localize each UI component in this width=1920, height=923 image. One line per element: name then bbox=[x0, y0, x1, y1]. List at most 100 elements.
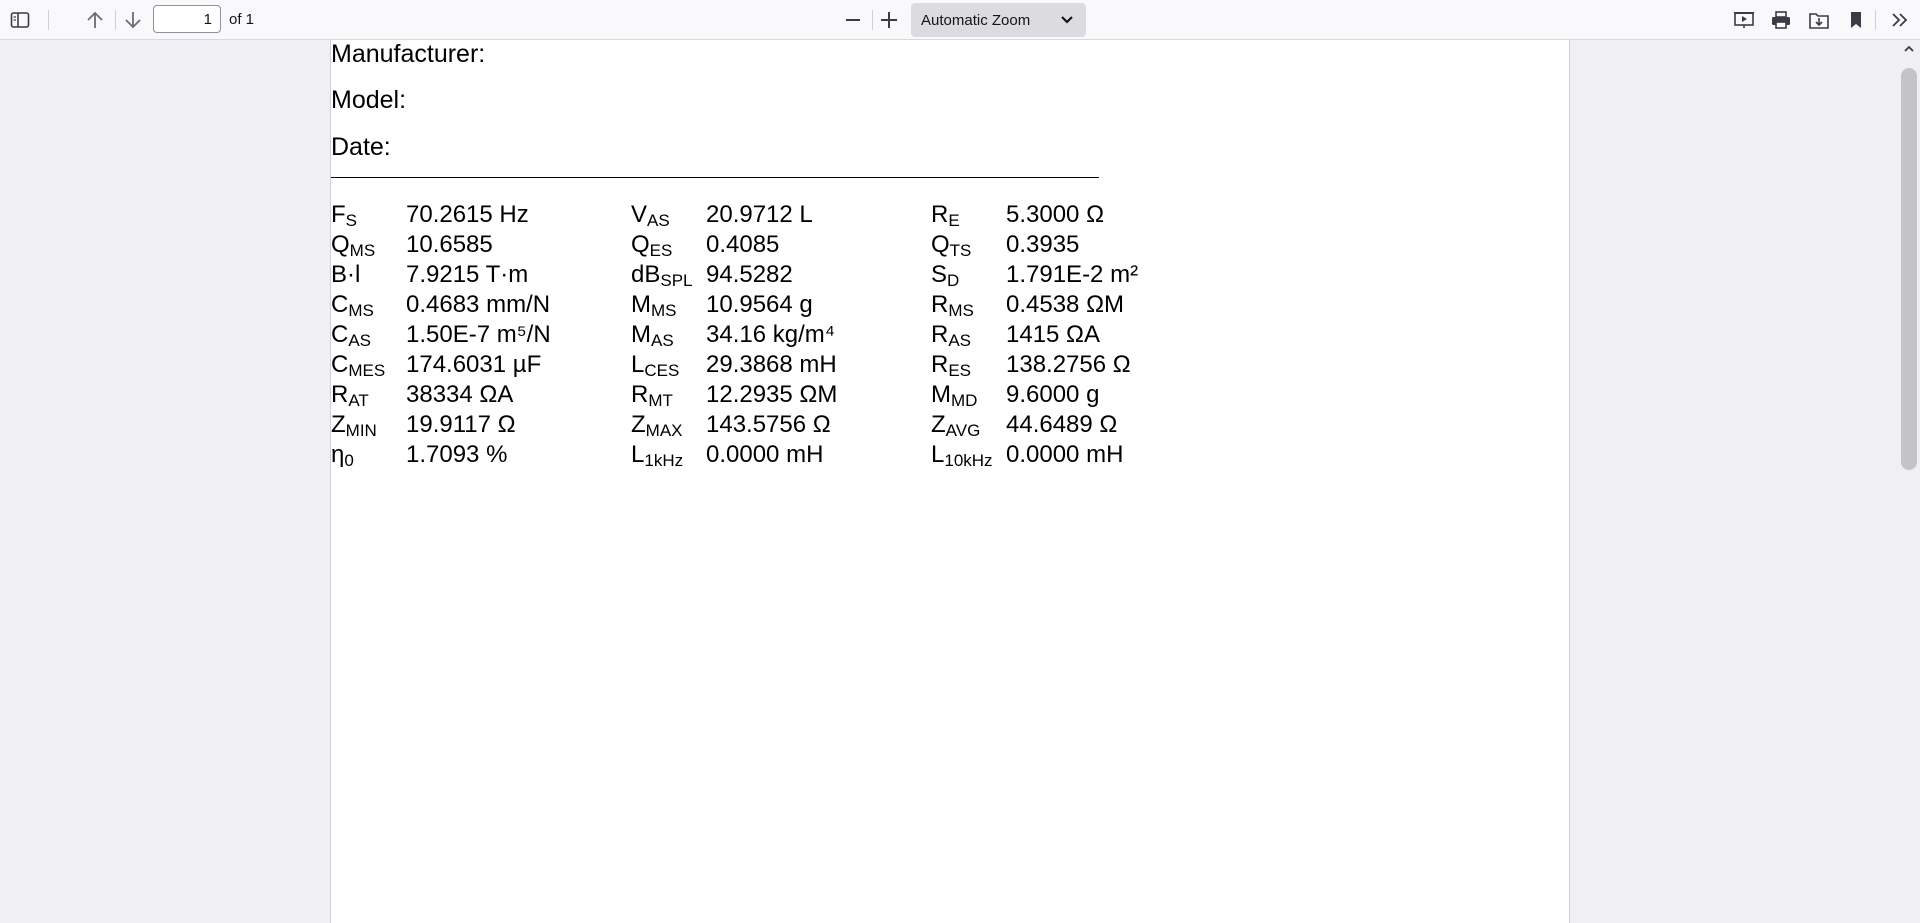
parameter-value: 5.3000 Ω bbox=[1006, 201, 1105, 228]
parameter-subscript: AS bbox=[348, 331, 372, 350]
parameter-value: 70.2615 Hz bbox=[406, 201, 529, 228]
print-button[interactable] bbox=[1767, 6, 1795, 34]
zoom-select[interactable]: Automatic Zoom bbox=[911, 3, 1086, 37]
parameter-symbol: C bbox=[331, 351, 349, 378]
vertical-scrollbar[interactable] bbox=[1898, 40, 1920, 923]
scrollbar-thumb[interactable] bbox=[1901, 68, 1917, 470]
table-row: ZMIN 19.9117 Ω ZMAX 143.5756 Ω ZAVG 44.6489 Ω bbox=[331, 410, 1231, 440]
parameter-symbol: S bbox=[931, 261, 948, 288]
parameter-name: RAS bbox=[931, 320, 971, 350]
toolbar-separator bbox=[872, 10, 873, 30]
page-count-label: of 1 bbox=[229, 11, 255, 28]
parameter-subscript: MES bbox=[348, 361, 386, 380]
table-row: B·l 7.9215 T·m dBSPL 94.5282 SD 1.791E-2 m² bbox=[331, 260, 1231, 290]
parameter-name: ZAVG bbox=[931, 410, 980, 440]
chevron-down-icon bbox=[1061, 16, 1073, 24]
parameter-symbol: R bbox=[931, 351, 949, 378]
document-viewport[interactable]: Manufacturer: Model: Date: FS 70.2615 Hz V… bbox=[0, 40, 1898, 923]
parameter-symbol: R bbox=[931, 291, 949, 318]
zoom-select-value: Automatic Zoom bbox=[921, 12, 1031, 29]
parameter-name: RES bbox=[931, 350, 971, 380]
parameter-name: FS bbox=[331, 200, 357, 230]
parameter-name: QES bbox=[631, 230, 672, 260]
parameter-symbol: L bbox=[931, 441, 945, 468]
zoom-in-button[interactable] bbox=[875, 6, 903, 34]
parameter-value: 0.0000 mH bbox=[1006, 441, 1124, 468]
parameter-symbol: Q bbox=[931, 231, 950, 258]
parameter-subscript: AS bbox=[651, 331, 674, 350]
parameter-value: 1.50E-7 m⁵/N bbox=[406, 321, 551, 348]
parameter-value: 0.4085 bbox=[706, 231, 780, 258]
parameter-name: LCES bbox=[631, 350, 679, 380]
sidebar-toggle-button[interactable] bbox=[6, 6, 34, 34]
parameter-subscript: SPL bbox=[660, 271, 693, 290]
parameter-symbol: Q bbox=[631, 231, 650, 258]
printer-icon bbox=[1772, 11, 1790, 29]
parameter-name: B·l bbox=[331, 260, 360, 290]
parameter-name: ZMIN bbox=[331, 410, 377, 440]
bookmark-icon bbox=[1851, 12, 1861, 28]
previous-page-button[interactable] bbox=[81, 6, 109, 34]
parameter-value: 138.2756 Ω bbox=[1006, 351, 1131, 378]
parameter-subscript: AS bbox=[948, 331, 972, 350]
parameter-symbol: R bbox=[931, 321, 949, 348]
table-row: QMS 10.6585 QES 0.4085 QTS 0.3935 bbox=[331, 230, 1231, 260]
parameter-symbol: η bbox=[331, 441, 345, 468]
save-button[interactable] bbox=[1805, 6, 1833, 34]
parameter-name: MMS bbox=[631, 290, 677, 320]
parameter-value: 94.5282 bbox=[706, 261, 793, 288]
parameter-symbol: R bbox=[331, 381, 349, 408]
parameter-value: 0.4683 mm/N bbox=[406, 291, 551, 318]
parameter-name: CMES bbox=[331, 350, 385, 380]
parameter-name: QTS bbox=[931, 230, 971, 260]
toolbar-separator bbox=[1875, 10, 1876, 30]
zoom-out-button[interactable] bbox=[839, 6, 867, 34]
parameter-name: MMD bbox=[931, 380, 977, 410]
parameter-subscript: 10kHz bbox=[944, 451, 993, 470]
page-number-input[interactable] bbox=[153, 5, 221, 33]
double-chevron-right-icon bbox=[1892, 13, 1908, 27]
table-row: CMS 0.4683 mm/N MMS 10.9564 g RMS 0.4538 ΩM bbox=[331, 290, 1231, 320]
bookmark-button[interactable] bbox=[1842, 6, 1870, 34]
parameter-subscript: S bbox=[345, 211, 358, 230]
parameter-name: RAT bbox=[331, 380, 369, 410]
parameter-subscript: 0 bbox=[344, 451, 354, 470]
parameter-value: 7.9215 T·m bbox=[406, 261, 529, 288]
parameter-value: 20.9712 L bbox=[706, 201, 813, 228]
parameter-value: 174.6031 µF bbox=[406, 351, 542, 378]
pdf-page: Manufacturer: Model: Date: FS 70.2615 Hz V… bbox=[330, 40, 1570, 923]
parameter-subscript: MAX bbox=[645, 421, 683, 440]
parameter-subscript: ES bbox=[649, 241, 673, 260]
parameter-value: 19.9117 Ω bbox=[406, 411, 516, 438]
parameter-symbol: C bbox=[331, 321, 349, 348]
parameter-name: RMT bbox=[631, 380, 673, 410]
parameter-name: SD bbox=[931, 260, 959, 290]
parameter-subscript: TS bbox=[949, 241, 972, 260]
next-page-button[interactable] bbox=[119, 6, 147, 34]
table-row: CAS 1.50E-7 m⁵/N MAS 34.16 kg/m⁴ RAS 1415 ΩA bbox=[331, 320, 1231, 350]
parameter-value: 143.5756 Ω bbox=[706, 411, 831, 438]
parameter-subscript: AT bbox=[348, 391, 369, 410]
parameter-subscript: D bbox=[947, 271, 960, 290]
scroll-up-arrow-icon[interactable] bbox=[1903, 44, 1915, 54]
parameter-value: 34.16 kg/m⁴ bbox=[706, 321, 836, 348]
parameter-subscript: MIN bbox=[345, 421, 377, 440]
parameter-symbol: L bbox=[631, 351, 645, 378]
parameter-subscript: AS bbox=[647, 211, 670, 230]
parameter-subscript: AVG bbox=[945, 421, 981, 440]
parameter-symbol: Z bbox=[331, 411, 346, 438]
parameter-symbol: M bbox=[631, 321, 651, 348]
parameter-subscript: MS bbox=[948, 301, 974, 320]
sidebar-toggle-icon bbox=[10, 12, 30, 28]
parameter-symbol: L bbox=[631, 441, 645, 468]
parameter-name: QMS bbox=[331, 230, 375, 260]
tools-menu-button[interactable] bbox=[1886, 6, 1914, 34]
parameter-symbol: dB bbox=[631, 261, 661, 288]
presentation-mode-button[interactable] bbox=[1730, 6, 1758, 34]
parameter-value: 1415 ΩA bbox=[1006, 321, 1101, 348]
parameter-value: 12.2935 ΩM bbox=[706, 381, 838, 408]
parameter-subscript: ES bbox=[948, 361, 972, 380]
parameter-symbol: B·l bbox=[331, 261, 361, 288]
parameter-name: RE bbox=[931, 200, 960, 230]
parameter-value: 29.3868 mH bbox=[706, 351, 837, 378]
